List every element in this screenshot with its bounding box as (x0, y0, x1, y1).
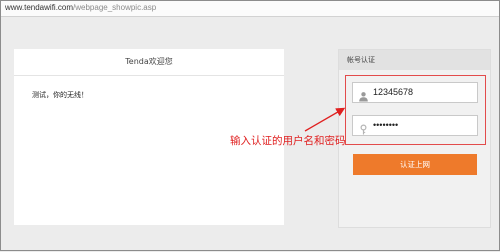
auth-header: 帐号认证 (339, 50, 490, 70)
key-icon (358, 120, 369, 135)
submit-auth-button[interactable]: 认证上网 (353, 154, 477, 175)
welcome-title: Tenda欢迎您 (14, 49, 284, 76)
url-text[interactable]: www.tendawifi.com/webpage_showpic.asp (5, 2, 156, 14)
auth-title: 帐号认证 (347, 56, 375, 64)
password-field[interactable] (352, 115, 478, 136)
annotation-label: 输入认证的用户名和密码 (230, 135, 346, 147)
user-icon (358, 87, 369, 102)
url-path: /webpage_showpic.asp (73, 3, 157, 12)
username-input[interactable] (373, 83, 473, 102)
address-bar[interactable]: www.tendawifi.com/webpage_showpic.asp (1, 1, 499, 17)
welcome-message: 测试，你的无线！ (32, 91, 88, 99)
url-domain: www.tendawifi.com (5, 3, 74, 12)
username-field[interactable] (352, 82, 478, 103)
browser-window: www.tendawifi.com/webpage_showpic.asp Te… (0, 0, 500, 251)
password-input[interactable] (373, 116, 473, 135)
